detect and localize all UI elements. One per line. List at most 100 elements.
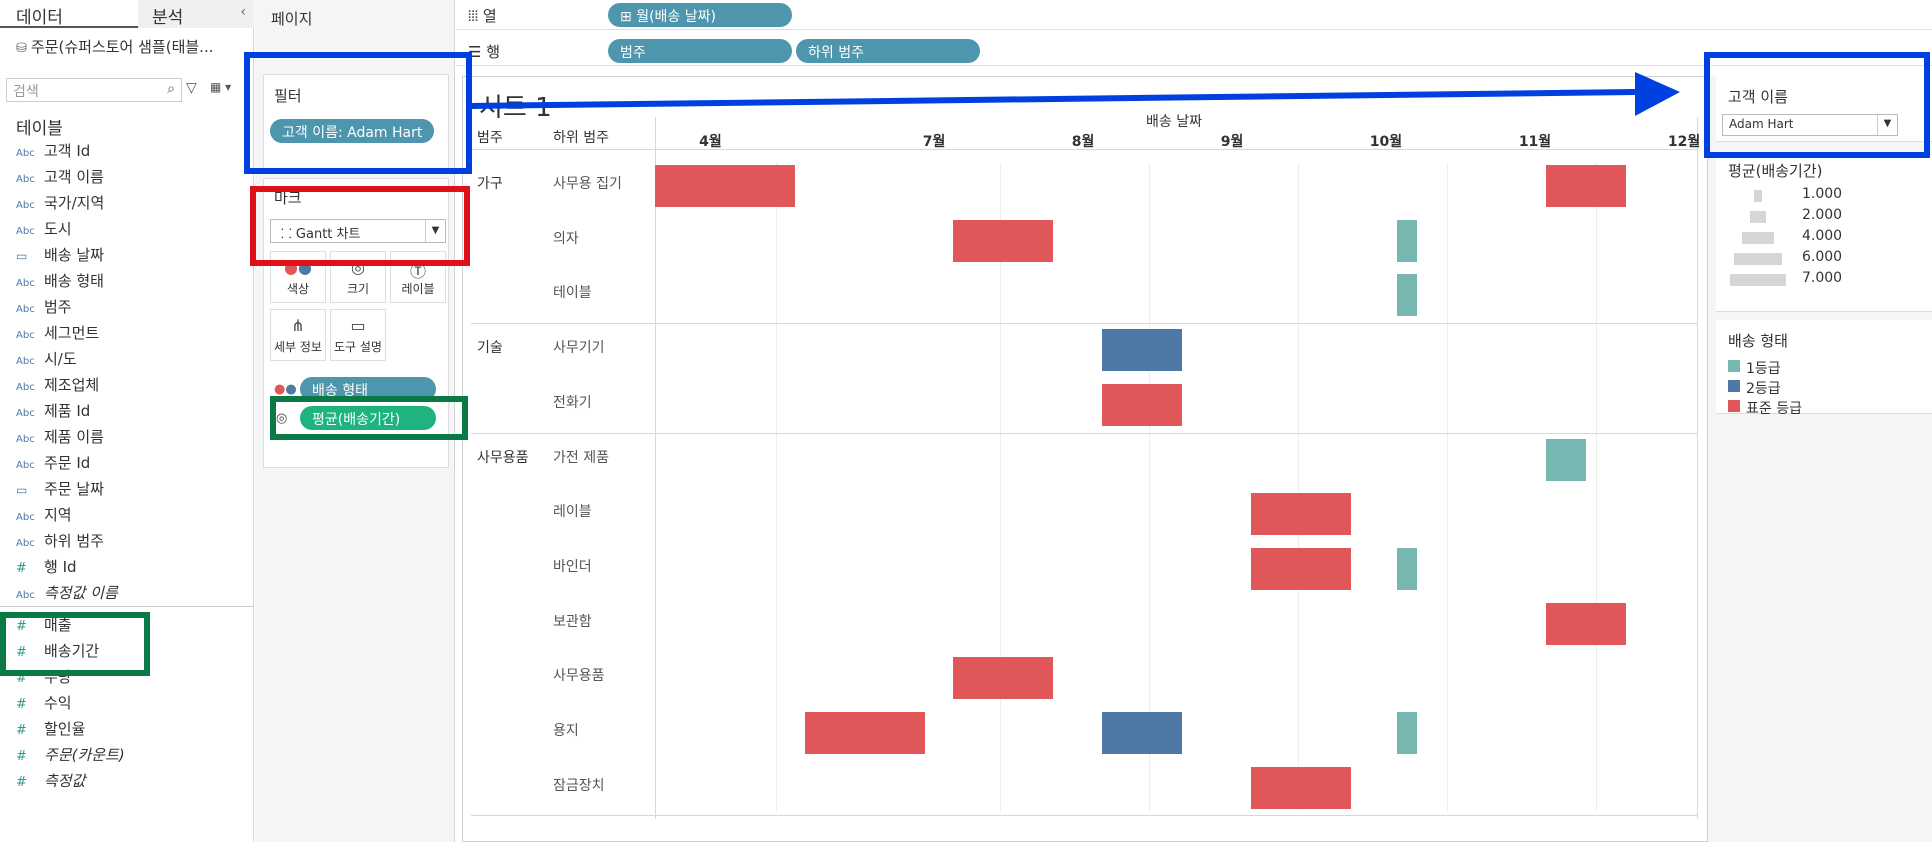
field-item[interactable]: Abc 도시 <box>16 218 72 242</box>
annotation-arrow <box>470 72 1680 116</box>
field-item[interactable]: Abc 세그먼트 <box>16 322 99 346</box>
field-item[interactable]: # 측정값 <box>16 770 85 794</box>
measure-type-icon: # <box>16 561 27 576</box>
measure-type-icon: # <box>16 697 27 712</box>
field-name: 주문 Id <box>44 454 91 472</box>
month-tick-label: 9월 <box>1220 134 1244 150</box>
category-divider <box>471 432 1697 434</box>
category-divider <box>471 323 1697 325</box>
columns-pill-text: 월(배송 날짜) <box>636 9 716 25</box>
data-source-label: 주문(슈퍼스토어 샘플(태블... <box>30 38 214 56</box>
field-item[interactable]: ▭ 배송 날짜 <box>16 244 104 268</box>
columns-shelf-label: ⦙⦙⦙ 열 <box>468 5 497 26</box>
gantt-bar <box>1102 383 1182 426</box>
search-input[interactable]: 검색 ⌕ <box>6 78 182 102</box>
columns-pill-month-ship-date[interactable]: ⊞ 월(배송 날짜) <box>608 3 792 27</box>
detail-icon: ⋔ <box>291 316 305 335</box>
field-item[interactable]: Abc 측정값 이름 <box>16 582 118 606</box>
arrow-head <box>1635 72 1680 116</box>
field-item[interactable]: Abc 하위 범주 <box>16 530 104 554</box>
size-legend-label: 1.000 <box>1802 186 1843 202</box>
color-swatch <box>1728 380 1740 392</box>
string-type-icon: Abc <box>16 434 35 445</box>
columns-icon: ⦙⦙⦙ <box>468 7 483 25</box>
size-legend-label: 7.000 <box>1802 270 1843 286</box>
field-name: 주문(카운트) <box>44 746 125 764</box>
color-legend-label: 표준 등급 <box>1746 401 1802 417</box>
field-name: 행 Id <box>44 558 77 576</box>
field-item[interactable]: Abc 고객 Id <box>16 140 90 164</box>
detail-button[interactable]: ⋔ 세부 정보 <box>270 309 326 361</box>
field-item[interactable]: Abc 제품 이름 <box>16 426 104 450</box>
tab-data[interactable]: 데이터 <box>0 0 138 28</box>
tooltip-button[interactable]: ▭ 도구 설명 <box>330 309 386 361</box>
field-item[interactable]: Abc 제품 Id <box>16 400 90 424</box>
gantt-bar <box>1102 329 1182 372</box>
filter-icon[interactable]: ▽ <box>186 80 197 96</box>
row-header-subcategory: 하위 범주 <box>553 130 609 146</box>
gantt-bar <box>1251 547 1351 590</box>
field-item[interactable]: Abc 시/도 <box>16 348 77 372</box>
field-item[interactable]: # 할인율 <box>16 718 85 742</box>
field-item[interactable]: # 주문(카운트) <box>16 744 125 768</box>
field-item[interactable]: # 수익 <box>16 692 72 716</box>
category-label: 사무용품 <box>477 449 529 466</box>
month-tick-label: 11월 <box>1518 134 1552 150</box>
gantt-bar <box>1397 274 1417 317</box>
month-tick-label: 4월 <box>699 134 722 150</box>
field-name: 수익 <box>44 694 72 712</box>
field-item[interactable]: Abc 국가/지역 <box>16 192 104 216</box>
field-item[interactable]: Abc 배송 형태 <box>16 270 104 294</box>
tableau-workspace: 데이터 분석 ‹ ⛁ 주문(슈퍼스토어 샘플(태블... 검색 ⌕ ▽ ▦ ▾ 테… <box>0 0 1932 842</box>
field-name: 국가/지역 <box>44 194 105 212</box>
arrow-shaft <box>470 89 1636 109</box>
field-item[interactable]: ▭ 주문 날짜 <box>16 478 104 502</box>
size-swatch <box>1730 274 1786 286</box>
field-item[interactable]: Abc 고객 이름 <box>16 166 104 190</box>
string-type-icon: Abc <box>16 538 35 549</box>
plot-right-border <box>1697 117 1698 820</box>
field-item[interactable]: Abc 지역 <box>16 504 72 528</box>
subcategory-label: 전화기 <box>553 394 592 411</box>
rows-pill-category[interactable]: 범주 <box>608 39 792 63</box>
string-type-icon: Abc <box>16 330 35 341</box>
label-button-label: 레이블 <box>401 282 435 296</box>
field-item[interactable]: # 행 Id <box>16 556 77 580</box>
size-legend-label: 6.000 <box>1802 249 1843 265</box>
view-options-icon[interactable]: ▦ ▾ <box>210 80 231 94</box>
field-name: 제조업체 <box>44 376 100 394</box>
size-swatch <box>1754 190 1762 202</box>
detail-button-label: 세부 정보 <box>274 340 322 354</box>
data-source[interactable]: ⛁ 주문(슈퍼스토어 샘플(태블... <box>16 36 213 57</box>
gantt-bar <box>953 657 1053 700</box>
tables-heading: 테이블 <box>16 119 63 139</box>
size-legend: 평균(배송기간) 1.000 2.000 4.000 6.000 7.000 <box>1716 156 1932 312</box>
string-type-icon: Abc <box>16 304 35 315</box>
collapse-chevron-icon[interactable]: ‹ <box>240 4 246 20</box>
color-swatch <box>1728 400 1740 412</box>
color-legend-title: 배송 형태 <box>1728 332 1788 350</box>
field-name: 주문 날짜 <box>44 480 104 498</box>
tooltip-button-label: 도구 설명 <box>334 340 382 354</box>
field-item[interactable]: Abc 주문 Id <box>16 452 90 476</box>
subcategory-label: 가전 제품 <box>553 449 609 466</box>
gantt-bar <box>1102 712 1182 754</box>
search-placeholder: 검색 <box>13 84 39 100</box>
subcategory-label: 사무기기 <box>553 340 605 357</box>
rows-pill-subcategory[interactable]: 하위 범주 <box>796 39 980 63</box>
field-item[interactable]: Abc 제조업체 <box>16 374 99 398</box>
color-mark-icon: ●● <box>274 382 297 397</box>
month-tick-label: 8월 <box>1071 134 1095 150</box>
date-type-icon: ▭ <box>16 249 28 263</box>
gantt-bar <box>1251 493 1351 536</box>
worksheet-view: 시트 1 배송 날짜 범주 하위 범주 4월7월8월9월10월11월12월가구사… <box>462 76 1746 842</box>
tab-analysis[interactable]: 분석 ‹ <box>138 0 254 28</box>
gantt-bar <box>953 219 1053 262</box>
tab-analysis-label: 분석 <box>152 8 184 28</box>
gantt-bar <box>1546 438 1586 481</box>
field-item[interactable]: Abc 범주 <box>16 296 72 320</box>
month-gridline <box>1297 163 1299 812</box>
columns-shelf[interactable]: ⦙⦙⦙ 열 ⊞ 월(배송 날짜) <box>456 0 1932 30</box>
size-legend-label: 2.000 <box>1802 207 1843 223</box>
string-type-icon: Abc <box>16 408 35 419</box>
